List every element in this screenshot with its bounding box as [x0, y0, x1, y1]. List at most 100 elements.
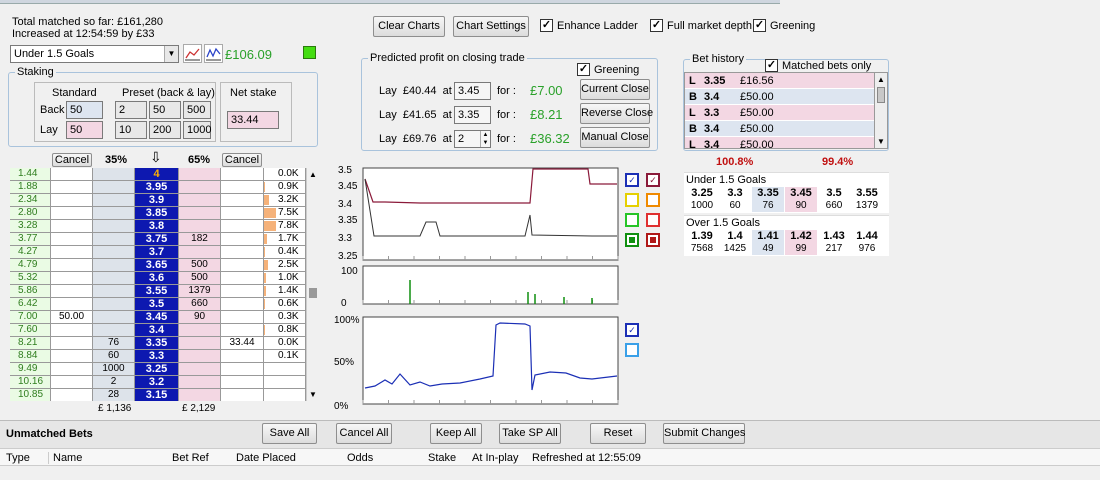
ladder-lay-order-cell[interactable] — [221, 389, 264, 401]
ladder-lay-amount-cell[interactable] — [179, 246, 221, 259]
ladder-back-amount-cell[interactable] — [93, 207, 135, 220]
back-preset-1[interactable]: 2 — [115, 101, 147, 119]
cancel-all-button[interactable]: Cancel All — [336, 423, 392, 444]
ladder-lay-amount-cell[interactable] — [179, 220, 221, 233]
save-all-button[interactable]: Save All — [262, 423, 317, 444]
ladder-lay-amount-cell[interactable]: 500 — [179, 272, 221, 285]
col-at-in-play[interactable]: At In-play — [472, 452, 518, 464]
ladder-lay-amount-cell[interactable] — [179, 181, 221, 194]
enhance-ladder-check-icon[interactable]: ✓ — [540, 19, 553, 32]
history-scroll-up-icon[interactable]: ▲ — [875, 73, 887, 86]
depth-chart-icon[interactable] — [204, 44, 223, 63]
depth-price[interactable]: 1.41 — [752, 230, 784, 243]
ladder-lay-amount-cell[interactable] — [179, 207, 221, 220]
wom-blue-checkbox[interactable]: ✓ — [625, 323, 639, 337]
depth-price[interactable]: 1.44 — [851, 230, 883, 243]
greening-check-icon[interactable]: ✓ — [753, 19, 766, 32]
close-odds-input[interactable]: 3.35 — [454, 106, 491, 124]
ladder-lay-order-cell[interactable] — [221, 207, 264, 220]
col-refreshed[interactable]: Refreshed at 12:55:09 — [532, 452, 641, 464]
ladder-lay-order-cell[interactable] — [221, 363, 264, 376]
down-arrow-icon[interactable]: ⇩ — [150, 150, 162, 164]
col-name[interactable]: Name — [48, 452, 82, 464]
ladder-lay-amount-cell[interactable]: 90 — [179, 311, 221, 324]
chevron-down-icon[interactable]: ▼ — [164, 46, 178, 62]
ladder-back-amount-cell[interactable] — [93, 324, 135, 337]
bet-history-row[interactable]: B 3.4 £50.00 — [685, 121, 874, 137]
ladder-back-amount-cell[interactable] — [93, 194, 135, 207]
ladder-back-order-cell[interactable] — [51, 246, 93, 259]
ladder-back-order-cell[interactable] — [51, 233, 93, 246]
chart-settings-button[interactable]: Chart Settings — [453, 16, 529, 37]
wom-lightblue-checkbox[interactable] — [625, 343, 639, 357]
ladder-lay-amount-cell[interactable] — [179, 337, 221, 350]
ladder-back-order-cell[interactable]: 50.00 — [51, 311, 93, 324]
lay-preset-2[interactable]: 200 — [149, 121, 181, 139]
close-trade-button[interactable]: Reverse Close — [580, 103, 653, 124]
lay-standard-stake[interactable]: 50 — [66, 121, 103, 139]
series-green-checkbox[interactable] — [625, 233, 639, 247]
ladder-back-order-cell[interactable] — [51, 181, 93, 194]
ladder-lay-amount-cell[interactable] — [179, 324, 221, 337]
ladder-back-amount-cell[interactable] — [93, 246, 135, 259]
greening-checkbox[interactable]: ✓ Greening — [753, 19, 815, 32]
ladder-lay-order-cell[interactable] — [221, 220, 264, 233]
ladder-back-amount-cell[interactable] — [93, 272, 135, 285]
ladder-lay-amount-cell[interactable] — [179, 376, 221, 389]
lay-preset-3[interactable]: 1000 — [183, 121, 211, 139]
ladder-back-order-cell[interactable] — [51, 363, 93, 376]
series-lightred-checkbox[interactable] — [646, 213, 660, 227]
ladder-lay-amount-cell[interactable]: 182 — [179, 233, 221, 246]
full-market-depth-check-icon[interactable]: ✓ — [650, 19, 663, 32]
bet-history-row[interactable]: L 3.35 £16.56 — [685, 73, 874, 89]
keep-all-button[interactable]: Keep All — [430, 423, 482, 444]
history-scroll-down-icon[interactable]: ▼ — [875, 135, 887, 148]
submit-changes-button[interactable]: Submit Changes — [663, 423, 745, 444]
clear-charts-button[interactable]: Clear Charts — [373, 16, 445, 37]
ladder-lay-amount-cell[interactable]: 1379 — [179, 285, 221, 298]
back-preset-3[interactable]: 500 — [183, 101, 211, 119]
close-odds-input[interactable]: 3.45 — [454, 82, 491, 100]
back-preset-2[interactable]: 50 — [149, 101, 181, 119]
ladder-lay-amount-cell[interactable]: 660 — [179, 298, 221, 311]
series-blue-checkbox[interactable]: ✓ — [625, 173, 639, 187]
ladder-lay-order-cell[interactable] — [221, 181, 264, 194]
ladder-back-amount-cell[interactable] — [93, 298, 135, 311]
cancel-lay-button[interactable]: Cancel — [222, 153, 262, 167]
predicted-greening-checkbox[interactable]: ✓ Greening — [577, 63, 639, 76]
series-orange-checkbox[interactable] — [646, 193, 660, 207]
ladder-back-order-cell[interactable] — [51, 194, 93, 207]
predicted-greening-check-icon[interactable]: ✓ — [577, 63, 590, 76]
depth-price[interactable]: 3.45 — [785, 187, 817, 200]
full-market-depth-checkbox[interactable]: ✓ Full market depth — [650, 19, 752, 32]
ladder-scrollbar[interactable]: ▲ ▼ — [306, 168, 319, 401]
ladder-back-order-cell[interactable] — [51, 376, 93, 389]
enhance-ladder-checkbox[interactable]: ✓ Enhance Ladder — [540, 19, 638, 32]
ladder-lay-order-cell[interactable] — [221, 233, 264, 246]
ladder-lay-amount-cell[interactable] — [179, 194, 221, 207]
ladder-back-amount-cell[interactable] — [93, 259, 135, 272]
back-standard-stake[interactable]: 50 — [66, 101, 103, 119]
take-sp-all-button[interactable]: Take SP All — [499, 423, 561, 444]
ladder-back-amount-cell[interactable]: 1000 — [93, 363, 135, 376]
ladder-back-order-cell[interactable] — [51, 337, 93, 350]
close-trade-button[interactable]: Current Close — [580, 79, 650, 100]
scroll-down-icon[interactable]: ▼ — [307, 388, 319, 401]
ladder-lay-order-cell[interactable] — [221, 324, 264, 337]
scroll-thumb[interactable] — [309, 288, 317, 298]
ladder-back-amount-cell[interactable] — [93, 311, 135, 324]
line-chart-icon[interactable] — [183, 44, 202, 63]
close-trade-button[interactable]: Manual Close — [580, 127, 650, 148]
col-date-placed[interactable]: Date Placed — [236, 452, 296, 464]
lay-preset-1[interactable]: 10 — [115, 121, 147, 139]
series-darkred-checkbox[interactable] — [646, 233, 660, 247]
ladder-lay-order-cell[interactable] — [221, 376, 264, 389]
ladder-back-amount-cell[interactable]: 60 — [93, 350, 135, 363]
ladder-back-order-cell[interactable] — [51, 298, 93, 311]
matched-bets-only-checkbox[interactable]: ✓ Matched bets only — [765, 59, 871, 72]
ladder-back-amount-cell[interactable]: 2 — [93, 376, 135, 389]
ladder-lay-order-cell[interactable]: 33.44 — [221, 337, 264, 350]
ladder-lay-order-cell[interactable] — [221, 246, 264, 259]
ladder-back-order-cell[interactable] — [51, 168, 93, 181]
depth-price[interactable]: 3.35 — [752, 187, 784, 200]
